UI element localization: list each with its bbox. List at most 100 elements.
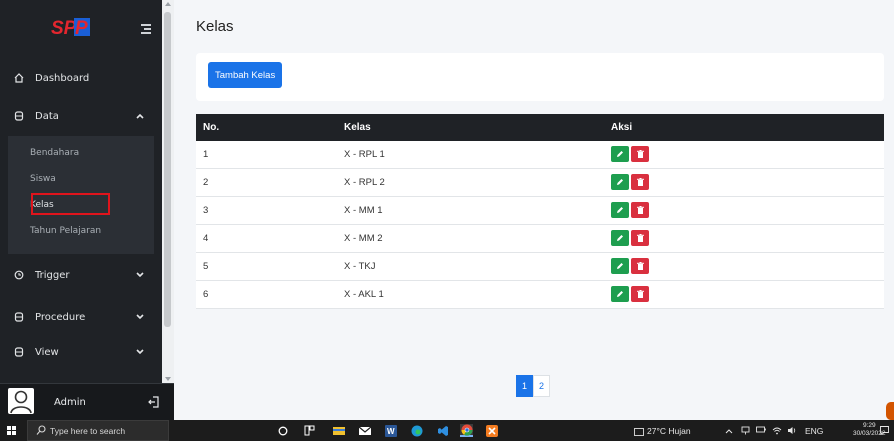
- sidebar: SP P Dashboard Data Bendahara Siswa Kela…: [0, 0, 162, 420]
- volume-icon[interactable]: [787, 426, 797, 437]
- floating-widget[interactable]: [886, 402, 894, 420]
- sidebar-scrollbar-thumb[interactable]: [164, 12, 171, 327]
- delete-button[interactable]: [631, 286, 649, 302]
- svg-text:SP: SP: [51, 18, 77, 39]
- edit-button[interactable]: [611, 230, 629, 246]
- cell-kelas: X - RPL 2: [344, 177, 385, 188]
- delete-button[interactable]: [631, 146, 649, 162]
- language-indicator[interactable]: ENG: [805, 426, 823, 436]
- trash-icon: [636, 234, 644, 242]
- page-2-button[interactable]: 2: [533, 375, 550, 397]
- row-actions: [611, 258, 649, 274]
- submenu-bendahara[interactable]: Bendahara: [30, 148, 79, 158]
- user-panel: Admin: [0, 383, 174, 420]
- chevron-up-icon: [136, 112, 144, 121]
- taskbar: Type here to search W 27°C Hujan ENG 9:2…: [0, 420, 894, 441]
- chevron-down-icon: [136, 271, 144, 280]
- trash-icon: [636, 262, 644, 270]
- task-view-icon[interactable]: [303, 424, 316, 437]
- add-class-button[interactable]: Tambah Kelas: [208, 62, 283, 88]
- column-header-kelas: Kelas: [344, 122, 371, 133]
- trash-icon: [636, 150, 644, 158]
- row-actions: [611, 174, 649, 190]
- scroll-up-icon[interactable]: [165, 2, 171, 6]
- database-icon: [14, 312, 24, 322]
- table-body: 1 X - RPL 1 2 X - RPL 2 3 X - MM 1 4 X - MM 2 5 X…: [196, 141, 884, 309]
- pencil-icon: [616, 206, 624, 214]
- user-name: Admin: [54, 397, 86, 408]
- clock-icon: [14, 270, 24, 280]
- delete-button[interactable]: [631, 174, 649, 190]
- pencil-icon: [616, 290, 624, 298]
- network-icon[interactable]: [741, 426, 750, 437]
- pencil-icon: [616, 234, 624, 242]
- xampp-icon[interactable]: [485, 424, 498, 437]
- delete-button[interactable]: [631, 230, 649, 246]
- cell-kelas: X - AKL 1: [344, 289, 384, 300]
- database-icon: [14, 347, 24, 357]
- chrome-icon[interactable]: [460, 424, 473, 437]
- delete-button[interactable]: [631, 258, 649, 274]
- spp-logo[interactable]: SP P: [50, 15, 92, 39]
- vscode-icon[interactable]: [436, 424, 449, 437]
- pagination: 1 2: [516, 375, 550, 397]
- table-row: 6 X - AKL 1: [196, 281, 884, 309]
- weather-icon: [634, 427, 644, 436]
- edit-button[interactable]: [611, 146, 629, 162]
- trash-icon: [636, 178, 644, 186]
- nav-trigger[interactable]: Trigger: [0, 260, 162, 290]
- tray-chevron-icon[interactable]: [725, 426, 733, 436]
- delete-button[interactable]: [631, 202, 649, 218]
- cortana-icon[interactable]: [276, 424, 289, 437]
- notification-icon[interactable]: [880, 426, 889, 437]
- submenu-siswa[interactable]: Siswa: [30, 174, 56, 184]
- search-icon: [36, 425, 46, 438]
- mail-icon[interactable]: [358, 424, 371, 437]
- cell-no: 2: [203, 177, 209, 188]
- nav-dashboard-label: Dashboard: [35, 72, 90, 84]
- scroll-down-icon[interactable]: [165, 377, 171, 381]
- edge-icon[interactable]: [410, 424, 423, 437]
- nav-procedure-label: Procedure: [35, 311, 86, 323]
- sidebar-toggle-icon[interactable]: [141, 24, 151, 36]
- action-card: Tambah Kelas: [196, 53, 884, 101]
- weather-widget[interactable]: 27°C Hujan: [634, 426, 691, 436]
- cell-no: 5: [203, 261, 209, 272]
- row-actions: [611, 230, 649, 246]
- table-row: 1 X - RPL 1: [196, 141, 884, 169]
- active-item-highlight: [31, 193, 110, 215]
- cell-no: 1: [203, 149, 209, 160]
- cell-kelas: X - TKJ: [344, 261, 376, 272]
- trash-icon: [636, 206, 644, 214]
- battery-icon[interactable]: [756, 426, 766, 436]
- trash-icon: [636, 290, 644, 298]
- page-1-button[interactable]: 1: [516, 375, 533, 397]
- nav-view-label: View: [35, 346, 59, 358]
- search-placeholder: Type here to search: [50, 426, 126, 436]
- pencil-icon: [616, 178, 624, 186]
- nav-data-label: Data: [35, 110, 59, 122]
- table-row: 4 X - MM 2: [196, 225, 884, 253]
- cell-no: 6: [203, 289, 209, 300]
- submenu-tahun-pelajaran[interactable]: Tahun Pelajaran: [30, 226, 101, 236]
- nav-procedure[interactable]: Procedure: [0, 302, 162, 332]
- windows-start-icon[interactable]: [7, 426, 16, 435]
- edit-button[interactable]: [611, 258, 629, 274]
- word-icon[interactable]: W: [384, 424, 397, 437]
- nav-data[interactable]: Data: [0, 101, 162, 131]
- nav-trigger-label: Trigger: [35, 269, 70, 281]
- logout-icon[interactable]: [148, 394, 160, 408]
- taskbar-search[interactable]: Type here to search: [27, 420, 169, 441]
- edit-button[interactable]: [611, 202, 629, 218]
- file-explorer-icon[interactable]: [332, 424, 345, 437]
- pencil-icon: [616, 150, 624, 158]
- wifi-icon[interactable]: [772, 426, 782, 437]
- nav-view[interactable]: View: [0, 337, 162, 367]
- chevron-down-icon: [136, 313, 144, 322]
- edit-button[interactable]: [611, 286, 629, 302]
- nav-dashboard[interactable]: Dashboard: [0, 63, 162, 93]
- row-actions: [611, 202, 649, 218]
- avatar[interactable]: [8, 388, 34, 414]
- classes-table: No. Kelas Aksi 1 X - RPL 1 2 X - RPL 2 3 X - …: [196, 114, 884, 309]
- edit-button[interactable]: [611, 174, 629, 190]
